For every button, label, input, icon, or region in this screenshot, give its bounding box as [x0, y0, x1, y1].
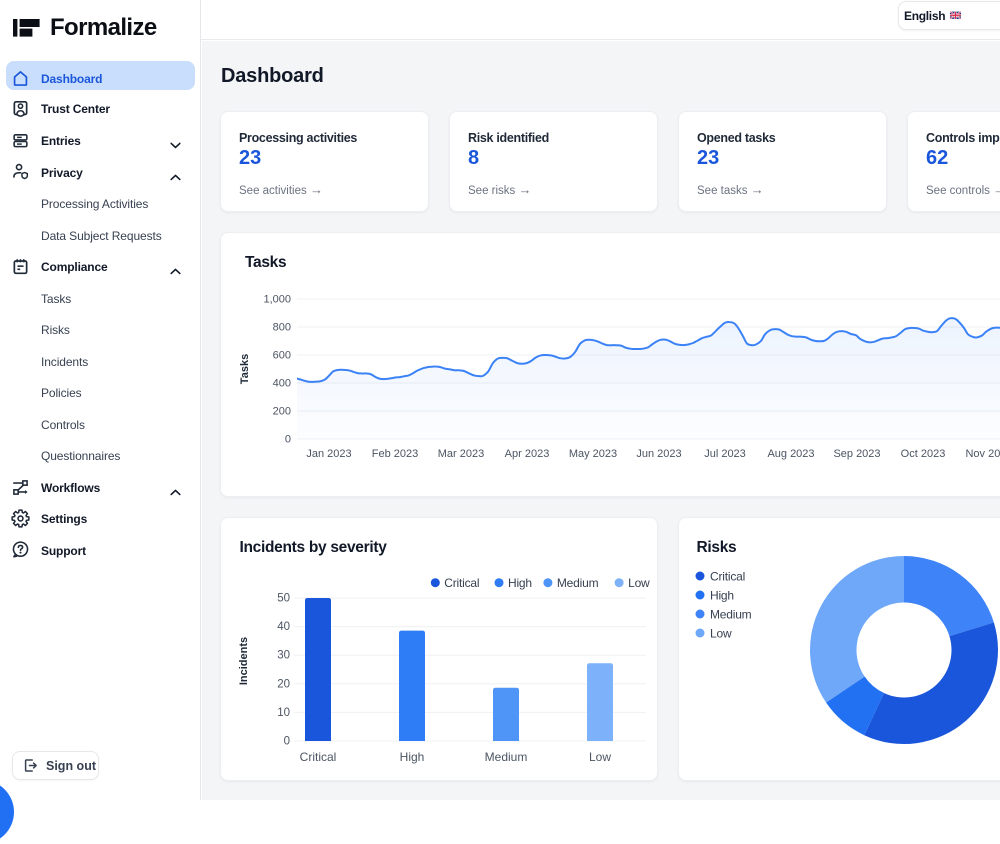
svg-text:Medium: Medium: [710, 607, 752, 621]
svg-text:High: High: [400, 750, 425, 764]
svg-text:Low: Low: [628, 576, 650, 590]
svg-text:Apr 2023: Apr 2023: [505, 448, 550, 460]
svg-text:Oct 2023: Oct 2023: [901, 448, 946, 460]
svg-text:Tasks: Tasks: [245, 254, 286, 271]
svg-text:Mar 2023: Mar 2023: [438, 448, 484, 460]
svg-text:Jun 2023: Jun 2023: [636, 448, 681, 460]
svg-text:200: 200: [273, 406, 291, 418]
svg-text:Medium: Medium: [485, 750, 528, 764]
svg-text:10: 10: [277, 707, 290, 719]
svg-text:1,000: 1,000: [263, 294, 291, 306]
svg-text:High: High: [508, 576, 532, 590]
svg-text:Low: Low: [589, 750, 611, 764]
svg-text:Sep 2023: Sep 2023: [833, 448, 880, 460]
svg-text:Critical: Critical: [710, 569, 745, 583]
svg-text:600: 600: [273, 350, 291, 362]
svg-text:Incidents by severity: Incidents by severity: [240, 539, 388, 556]
svg-text:Jan 2023: Jan 2023: [306, 448, 351, 460]
svg-text:Nov 2023: Nov 2023: [965, 448, 1000, 460]
svg-text:Jul 2023: Jul 2023: [704, 448, 746, 460]
svg-text:High: High: [710, 588, 734, 602]
svg-text:Tasks: Tasks: [239, 354, 251, 384]
svg-text:40: 40: [277, 621, 290, 633]
svg-text:Aug 2023: Aug 2023: [767, 448, 814, 460]
svg-text:Incidents: Incidents: [238, 637, 250, 685]
svg-text:800: 800: [273, 322, 291, 334]
svg-text:50: 50: [277, 593, 290, 605]
svg-text:0: 0: [284, 736, 290, 748]
svg-text:May 2023: May 2023: [569, 448, 617, 460]
svg-text:20: 20: [277, 678, 290, 690]
svg-text:Critical: Critical: [300, 750, 337, 764]
svg-text:400: 400: [273, 378, 291, 390]
svg-text:Risks: Risks: [697, 539, 737, 556]
svg-text:30: 30: [277, 650, 290, 662]
svg-text:Critical: Critical: [444, 576, 479, 590]
svg-text:0: 0: [285, 434, 291, 446]
svg-text:Feb 2023: Feb 2023: [372, 448, 418, 460]
svg-text:Medium: Medium: [557, 576, 599, 590]
svg-text:Low: Low: [710, 626, 732, 640]
